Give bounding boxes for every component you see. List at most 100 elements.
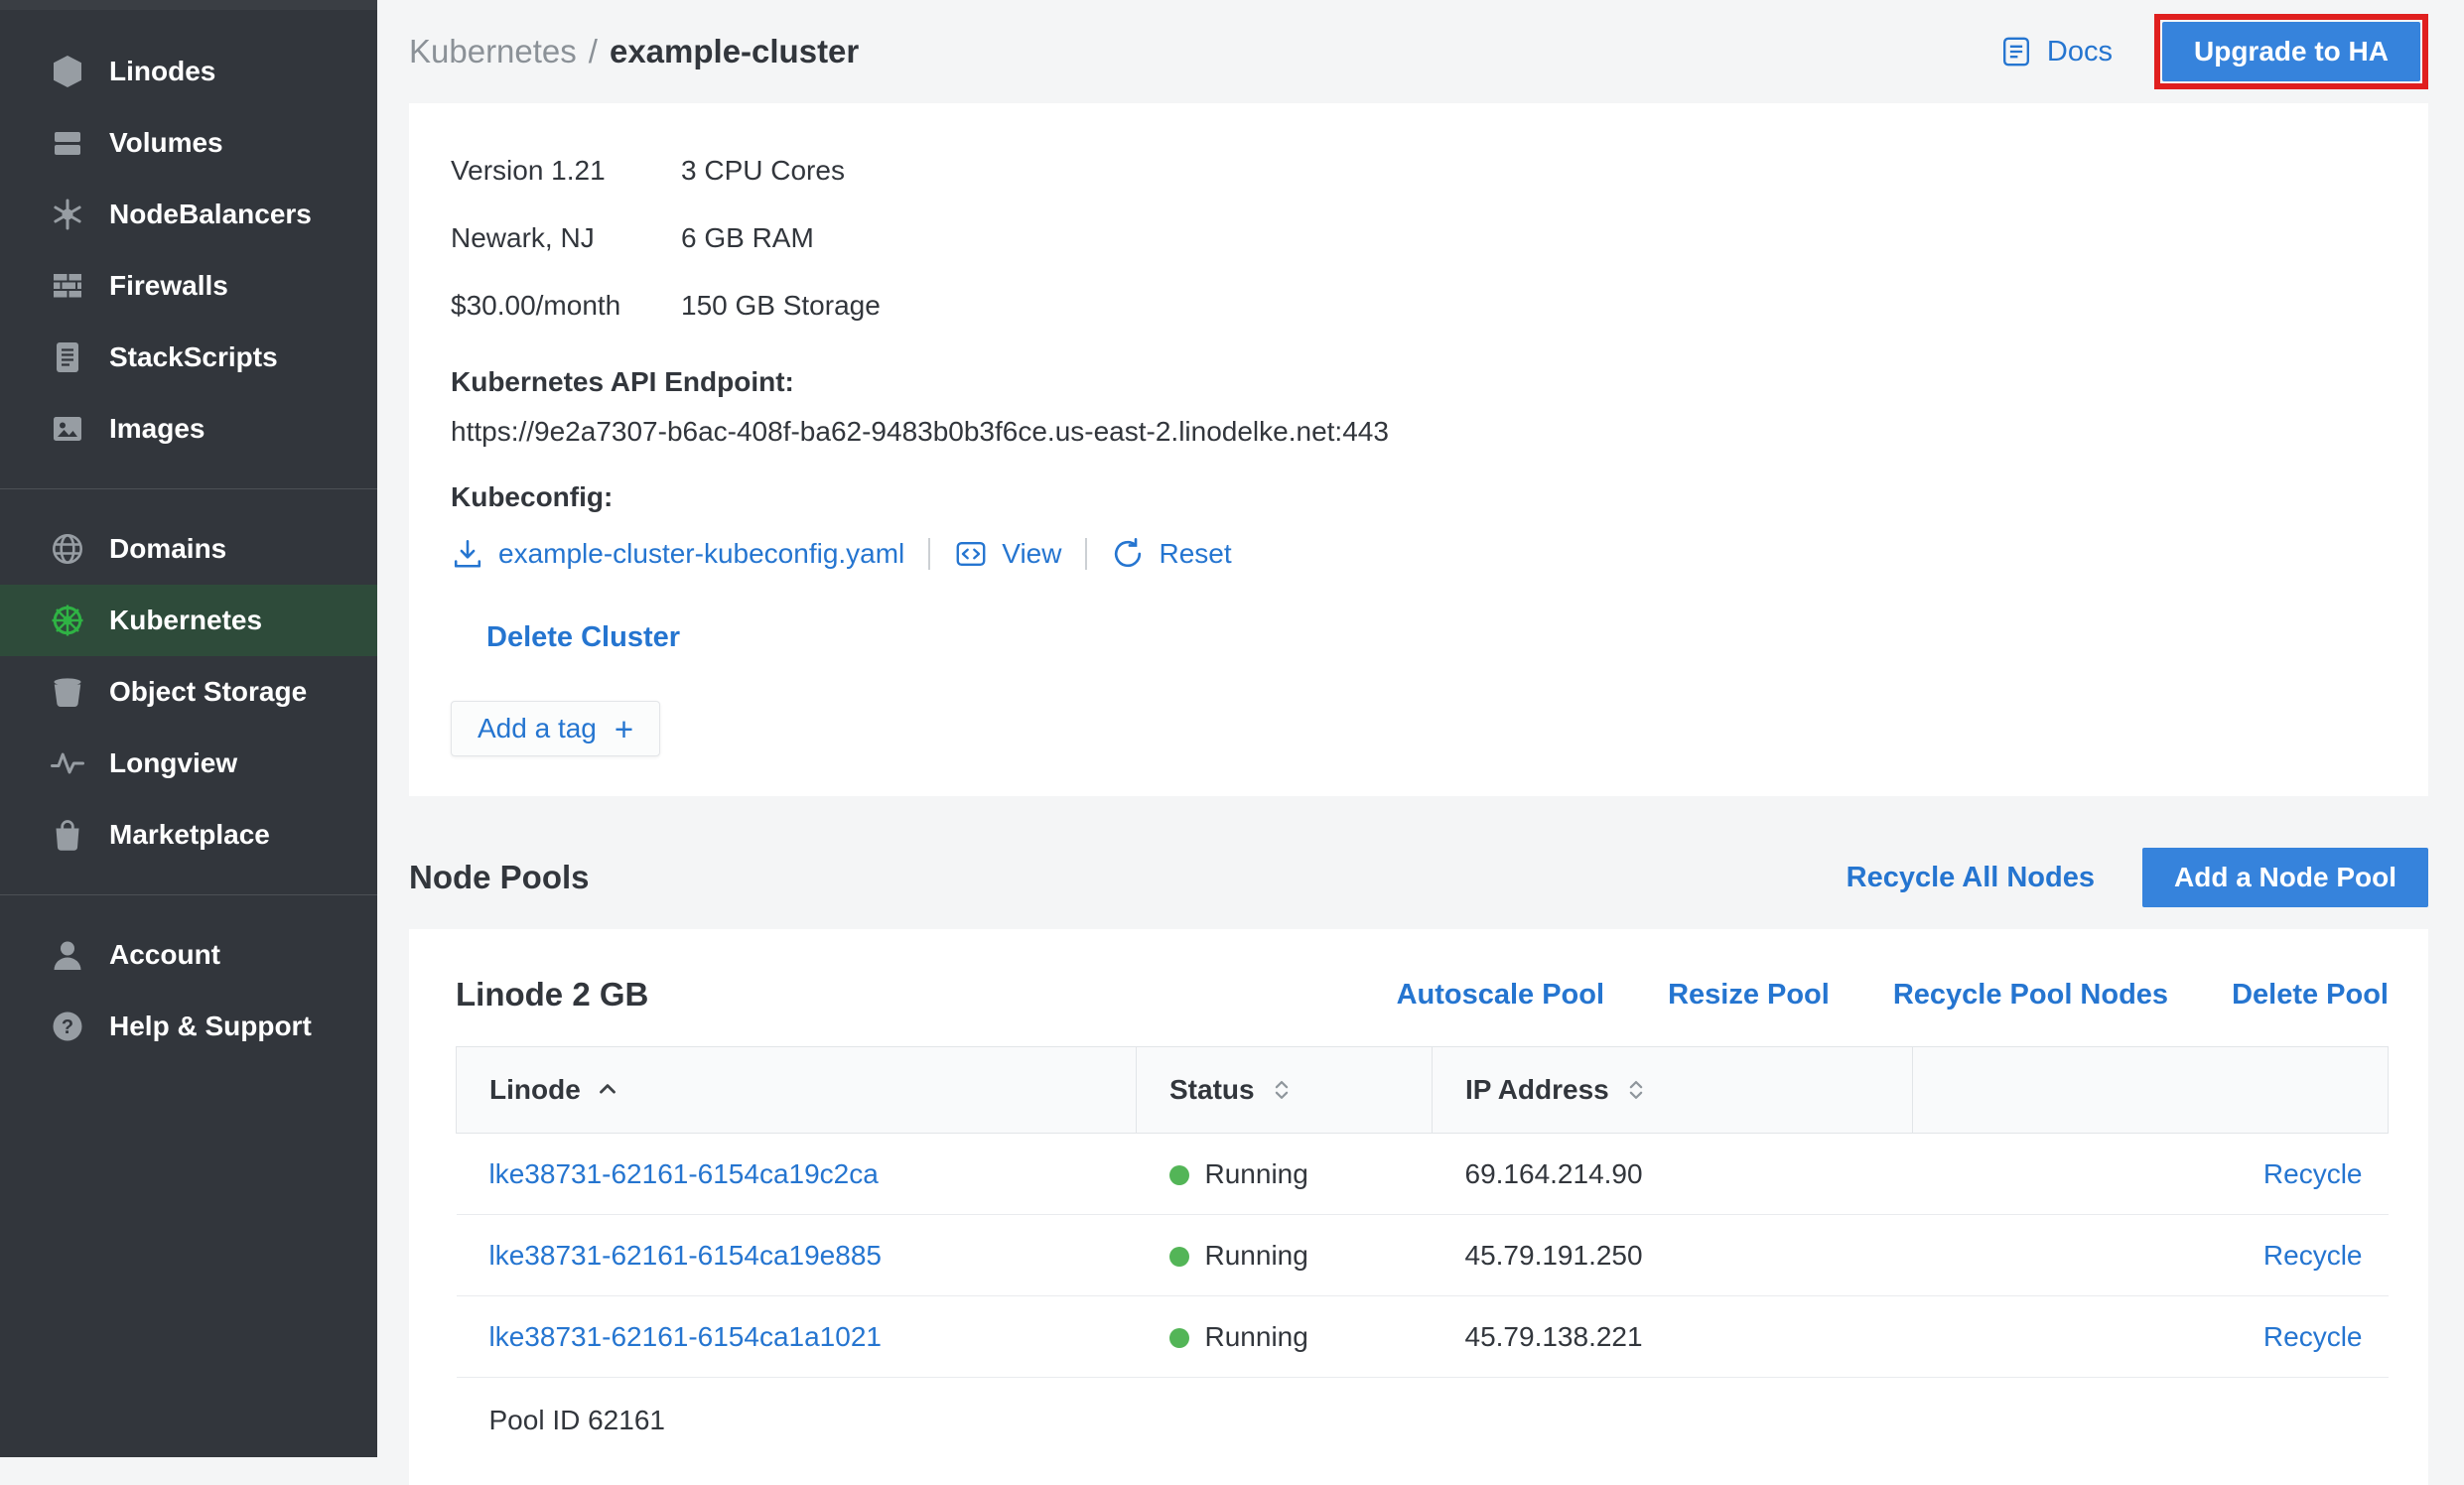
node-pools-title: Node Pools	[409, 859, 590, 896]
table-footer-row: Pool ID 62161	[457, 1378, 2389, 1463]
node-link[interactable]: lke38731-62161-6154ca19c2ca	[489, 1158, 879, 1189]
sidebar-item-longview[interactable]: Longview	[0, 728, 377, 799]
sidebar-item-label: Kubernetes	[109, 605, 262, 636]
sidebar-item-linodes[interactable]: Linodes	[0, 36, 377, 107]
api-endpoint-label: Kubernetes API Endpoint:	[451, 361, 2381, 403]
sidebar-item-label: Object Storage	[109, 676, 307, 708]
recycle-pool-nodes-link[interactable]: Recycle Pool Nodes	[1893, 979, 2168, 1012]
add-tag-label: Add a tag	[478, 713, 597, 744]
page-header: Kubernetes / example-cluster Docs Upgrad…	[409, 0, 2428, 103]
sidebar-item-marketplace[interactable]: Marketplace	[0, 799, 377, 871]
node-link[interactable]: lke38731-62161-6154ca19e885	[489, 1240, 882, 1271]
volumes-icon	[50, 125, 85, 161]
sidebar-item-volumes[interactable]: Volumes	[0, 107, 377, 179]
sidebar-item-label: NodeBalancers	[109, 199, 312, 230]
node-pool-card: Linode 2 GB Autoscale Pool Resize Pool R…	[409, 929, 2428, 1485]
kubeconfig-download-link[interactable]: example-cluster-kubeconfig.yaml	[498, 538, 904, 570]
pool-actions: Autoscale Pool Resize Pool Recycle Pool …	[1397, 979, 2389, 1012]
table-row: lke38731-62161-6154ca19c2ca Running 69.1…	[457, 1134, 2389, 1215]
sidebar-divider	[0, 488, 377, 489]
autoscale-pool-link[interactable]: Autoscale Pool	[1397, 979, 1605, 1012]
kubernetes-wheel-icon	[50, 603, 85, 638]
docs-icon	[1999, 35, 2033, 68]
pool-header: Linode 2 GB Autoscale Pool Resize Pool R…	[456, 973, 2389, 1016]
sidebar-item-nodebalancers[interactable]: NodeBalancers	[0, 179, 377, 250]
sidebar-item-label: Help & Support	[109, 1011, 312, 1042]
main-content: Kubernetes / example-cluster Docs Upgrad…	[377, 0, 2464, 1457]
kubeconfig-view-link[interactable]: View	[1002, 538, 1061, 570]
status-running-dot	[1169, 1328, 1189, 1348]
column-header-ip-address[interactable]: IP Address	[1433, 1047, 1913, 1134]
docs-link[interactable]: Docs	[1999, 35, 2113, 68]
resize-pool-link[interactable]: Resize Pool	[1668, 979, 1830, 1012]
breadcrumb-separator: /	[589, 33, 598, 70]
sidebar-item-label: StackScripts	[109, 341, 278, 373]
sidebar-item-label: Images	[109, 413, 205, 445]
sidebar-item-object-storage[interactable]: Object Storage	[0, 656, 377, 728]
column-label: IP Address	[1465, 1074, 1609, 1106]
upgrade-to-ha-button[interactable]: Upgrade to HA	[2162, 22, 2420, 81]
api-endpoint-value: https://9e2a7307-b6ac-408f-ba62-9483b0b3…	[451, 411, 2381, 453]
delete-pool-link[interactable]: Delete Pool	[2232, 979, 2389, 1012]
status-running-dot	[1169, 1165, 1189, 1185]
sidebar-top-edge	[0, 0, 377, 10]
cluster-version: Version 1.21	[451, 137, 681, 204]
column-label: Status	[1169, 1074, 1255, 1106]
shopping-bag-icon	[50, 817, 85, 853]
status-label: Running	[1205, 1321, 1308, 1352]
stackscripts-icon	[50, 339, 85, 375]
column-header-status[interactable]: Status	[1137, 1047, 1433, 1134]
sidebar-item-account[interactable]: Account	[0, 919, 377, 991]
sidebar-item-kubernetes[interactable]: Kubernetes	[0, 585, 377, 656]
table-header-row: Linode Status IP Addre	[457, 1047, 2389, 1134]
add-tag-button[interactable]: Add a tag +	[451, 701, 660, 756]
cluster-spec-grid: Version 1.21 3 CPU Cores Newark, NJ 6 GB…	[451, 137, 2381, 339]
firewall-icon	[50, 268, 85, 304]
sidebar-item-label: Firewalls	[109, 270, 228, 302]
question-icon: ?	[50, 1009, 85, 1044]
refresh-icon	[1111, 537, 1145, 571]
kubeconfig-reset-link[interactable]: Reset	[1159, 538, 1231, 570]
code-icon	[954, 537, 988, 571]
cluster-storage: 150 GB Storage	[681, 272, 2381, 339]
status-label: Running	[1205, 1158, 1308, 1189]
node-pool-table: Linode Status IP Addre	[456, 1046, 2389, 1463]
sidebar-item-images[interactable]: Images	[0, 393, 377, 465]
add-node-pool-button[interactable]: Add a Node Pool	[2142, 848, 2428, 907]
sidebar-item-label: Linodes	[109, 56, 215, 87]
sidebar-divider	[0, 894, 377, 895]
sidebar: Linodes Volumes NodeBalancers Firewalls …	[0, 0, 377, 1457]
sidebar-item-domains[interactable]: Domains	[0, 513, 377, 585]
delete-cluster-button[interactable]: Delete Cluster	[486, 617, 680, 657]
column-header-linode[interactable]: Linode	[457, 1047, 1137, 1134]
node-pools-section-header: Node Pools Recycle All Nodes Add a Node …	[409, 846, 2428, 909]
svg-text:?: ?	[62, 1016, 73, 1038]
upgrade-ha-annotation-box: Upgrade to HA	[2154, 14, 2428, 89]
breadcrumb-kubernetes-link[interactable]: Kubernetes	[409, 33, 577, 70]
header-actions: Docs Upgrade to HA	[1999, 14, 2428, 89]
cluster-region: Newark, NJ	[451, 204, 681, 272]
pool-title: Linode 2 GB	[456, 976, 648, 1013]
bucket-icon	[50, 674, 85, 710]
recycle-node-link[interactable]: Recycle	[2263, 1321, 2363, 1352]
recycle-node-link[interactable]: Recycle	[2263, 1158, 2363, 1189]
sidebar-item-label: Longview	[109, 747, 237, 779]
kubeconfig-label: Kubeconfig:	[451, 476, 2381, 518]
recycle-node-link[interactable]: Recycle	[2263, 1240, 2363, 1271]
recycle-all-nodes-link[interactable]: Recycle All Nodes	[1847, 862, 2095, 894]
node-pools-actions: Recycle All Nodes Add a Node Pool	[1847, 848, 2428, 907]
cube-icon	[50, 54, 85, 89]
pool-id-label: Pool ID 62161	[457, 1378, 2389, 1463]
sidebar-item-firewalls[interactable]: Firewalls	[0, 250, 377, 322]
cluster-ram: 6 GB RAM	[681, 204, 2381, 272]
kubeconfig-row: example-cluster-kubeconfig.yaml View Res…	[451, 532, 2381, 576]
plus-icon: +	[615, 713, 633, 745]
sort-both-icon	[1623, 1077, 1649, 1103]
node-link[interactable]: lke38731-62161-6154ca1a1021	[489, 1321, 882, 1352]
cluster-summary-card: Version 1.21 3 CPU Cores Newark, NJ 6 GB…	[409, 103, 2428, 796]
sidebar-item-stackscripts[interactable]: StackScripts	[0, 322, 377, 393]
sidebar-item-help-support[interactable]: ? Help & Support	[0, 991, 377, 1062]
table-row: lke38731-62161-6154ca1a1021 Running 45.7…	[457, 1296, 2389, 1378]
sidebar-item-label: Marketplace	[109, 819, 270, 851]
app-root: Linodes Volumes NodeBalancers Firewalls …	[0, 0, 2464, 1457]
